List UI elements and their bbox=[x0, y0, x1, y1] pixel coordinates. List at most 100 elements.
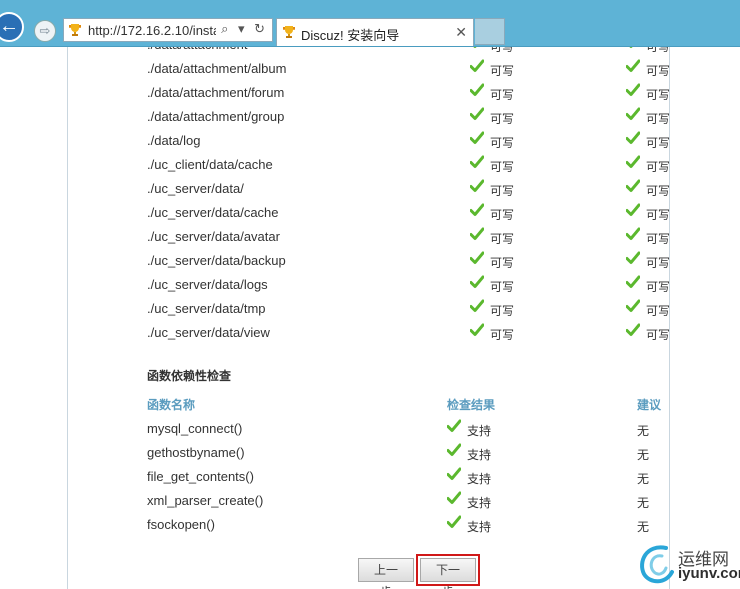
function-result: 支持 bbox=[447, 467, 491, 487]
function-result-label: 支持 bbox=[467, 448, 492, 462]
check-icon bbox=[626, 227, 640, 240]
header-check-result: 检查结果 bbox=[447, 398, 496, 412]
current-status: 可写 bbox=[470, 251, 514, 271]
current-status-label: 可写 bbox=[490, 256, 515, 270]
directory-path: ./uc_server/data/tmp bbox=[147, 301, 266, 316]
address-url[interactable]: http://172.16.2.10/insta bbox=[88, 23, 216, 38]
required-status-label: 可写 bbox=[646, 208, 670, 222]
current-status: 可写 bbox=[470, 179, 514, 199]
check-icon bbox=[626, 275, 640, 288]
function-result-label: 支持 bbox=[467, 496, 492, 510]
function-name: fsockopen() bbox=[147, 517, 215, 532]
required-status: 可写 bbox=[626, 203, 670, 223]
required-status: 可写 bbox=[626, 251, 670, 271]
directory-path: ./data/attachment/album bbox=[147, 61, 287, 76]
current-status-label: 可写 bbox=[490, 64, 515, 78]
check-icon bbox=[470, 227, 484, 240]
current-status: 可写 bbox=[470, 83, 514, 103]
check-icon bbox=[626, 83, 640, 96]
directory-path: ./uc_client/data/cache bbox=[147, 157, 273, 172]
watermark-logo: 运维网 iyunv.com bbox=[636, 542, 740, 588]
directory-path: ./data/attachment bbox=[147, 47, 247, 52]
directory-path: ./data/attachment/group bbox=[147, 109, 285, 124]
check-icon bbox=[447, 467, 461, 480]
directory-row: ./data/attachment/group 可写 可写 bbox=[68, 105, 670, 129]
required-status: 可写 bbox=[626, 155, 670, 175]
required-status-label: 可写 bbox=[646, 88, 670, 102]
required-status-label: 可写 bbox=[646, 328, 670, 342]
next-step-button[interactable]: 下一步 bbox=[416, 554, 480, 589]
check-icon bbox=[626, 107, 640, 120]
current-status-label: 可写 bbox=[490, 160, 515, 174]
directory-path: ./data/attachment/forum bbox=[147, 85, 285, 100]
required-status: 可写 bbox=[626, 323, 670, 343]
check-icon bbox=[470, 131, 484, 144]
check-icon bbox=[626, 203, 640, 216]
current-status-label: 可写 bbox=[490, 232, 515, 246]
check-icon bbox=[470, 83, 484, 96]
check-icon bbox=[447, 419, 461, 432]
current-status: 可写 bbox=[470, 275, 514, 295]
function-result-label: 支持 bbox=[467, 424, 492, 438]
function-row: xml_parser_create() 支持 无 bbox=[68, 489, 669, 513]
directory-row: ./uc_server/data/backup 可写 可写 bbox=[68, 249, 670, 273]
required-status: 可写 bbox=[626, 131, 669, 151]
previous-step-button[interactable]: 上一步 bbox=[358, 558, 414, 589]
forward-arrow-icon[interactable]: ⇨ bbox=[34, 20, 56, 42]
address-controls[interactable]: ⌕ ▾ ↻ bbox=[221, 21, 268, 37]
required-status: 可写 bbox=[626, 47, 669, 55]
required-status-label: 可写 bbox=[646, 232, 670, 246]
check-icon bbox=[470, 299, 484, 312]
function-row: fsockopen() 支持 无 bbox=[68, 513, 669, 537]
check-icon bbox=[629, 47, 633, 48]
directory-row: ./uc_server/data/logs 可写 可写 bbox=[68, 273, 669, 297]
directory-row: ./uc_server/data/tmp 可写 可写 bbox=[68, 297, 669, 321]
directory-row: ./uc_server/data/avatar 可写 可写 bbox=[68, 225, 670, 249]
check-icon bbox=[470, 179, 484, 192]
current-status: 可写 bbox=[470, 59, 514, 79]
current-status: 可写 bbox=[470, 107, 514, 127]
back-arrow-icon[interactable]: ← bbox=[0, 12, 24, 42]
current-status: 可写 bbox=[470, 47, 514, 55]
current-status-label: 可写 bbox=[490, 112, 515, 126]
required-status-label: 可写 bbox=[646, 64, 670, 78]
current-status: 可写 bbox=[470, 227, 514, 247]
address-bar[interactable]: http://172.16.2.10/insta ⌕ ▾ ↻ bbox=[63, 18, 273, 42]
check-icon bbox=[470, 107, 484, 120]
required-status: 可写 bbox=[626, 59, 670, 79]
check-icon bbox=[626, 155, 640, 168]
required-status: 可写 bbox=[626, 107, 670, 127]
header-suggestion: 建议 bbox=[637, 398, 662, 412]
directory-path: ./uc_server/data/backup bbox=[147, 253, 286, 268]
current-status-label: 可写 bbox=[490, 280, 515, 294]
directory-row: ./uc_server/data/可写 可写 bbox=[68, 177, 669, 201]
tab-title: Discuz! 安装向导 bbox=[301, 28, 400, 43]
check-icon bbox=[626, 59, 640, 72]
check-icon bbox=[473, 47, 477, 48]
trophy-favicon-icon bbox=[69, 24, 81, 36]
check-icon bbox=[470, 251, 484, 264]
directory-row: ./data/log 可写 可写 bbox=[68, 129, 669, 153]
header-function-name: 函数名称 bbox=[147, 398, 196, 412]
check-icon bbox=[447, 443, 461, 456]
close-icon[interactable]: ✕ bbox=[455, 24, 467, 41]
function-check-title: 函数依赖性检查 bbox=[147, 369, 232, 383]
check-icon bbox=[626, 251, 640, 264]
check-icon bbox=[447, 515, 461, 528]
required-status-label: 可写 bbox=[646, 256, 670, 270]
new-tab-button[interactable] bbox=[475, 18, 505, 45]
current-status: 可写 bbox=[470, 203, 514, 223]
check-icon bbox=[626, 179, 640, 192]
required-status-label: 可写 bbox=[646, 160, 670, 174]
directory-row: ./uc_server/data/cache 可写 可写 bbox=[68, 201, 670, 225]
function-result-label: 支持 bbox=[467, 520, 492, 534]
tab-discuz-install[interactable]: Discuz! 安装向导 ✕ bbox=[276, 18, 474, 46]
directory-path: ./uc_server/data/ bbox=[147, 181, 244, 196]
required-status: 可写 bbox=[626, 299, 669, 319]
trophy-favicon-icon bbox=[283, 26, 295, 38]
function-name: file_get_contents() bbox=[147, 469, 254, 484]
directory-path: ./uc_server/data/avatar bbox=[147, 229, 280, 244]
required-status-label: 可写 bbox=[646, 112, 670, 126]
swirl-logo-icon bbox=[640, 545, 674, 584]
directory-row: ./data/attachment/album 可写 可写 bbox=[68, 57, 670, 81]
